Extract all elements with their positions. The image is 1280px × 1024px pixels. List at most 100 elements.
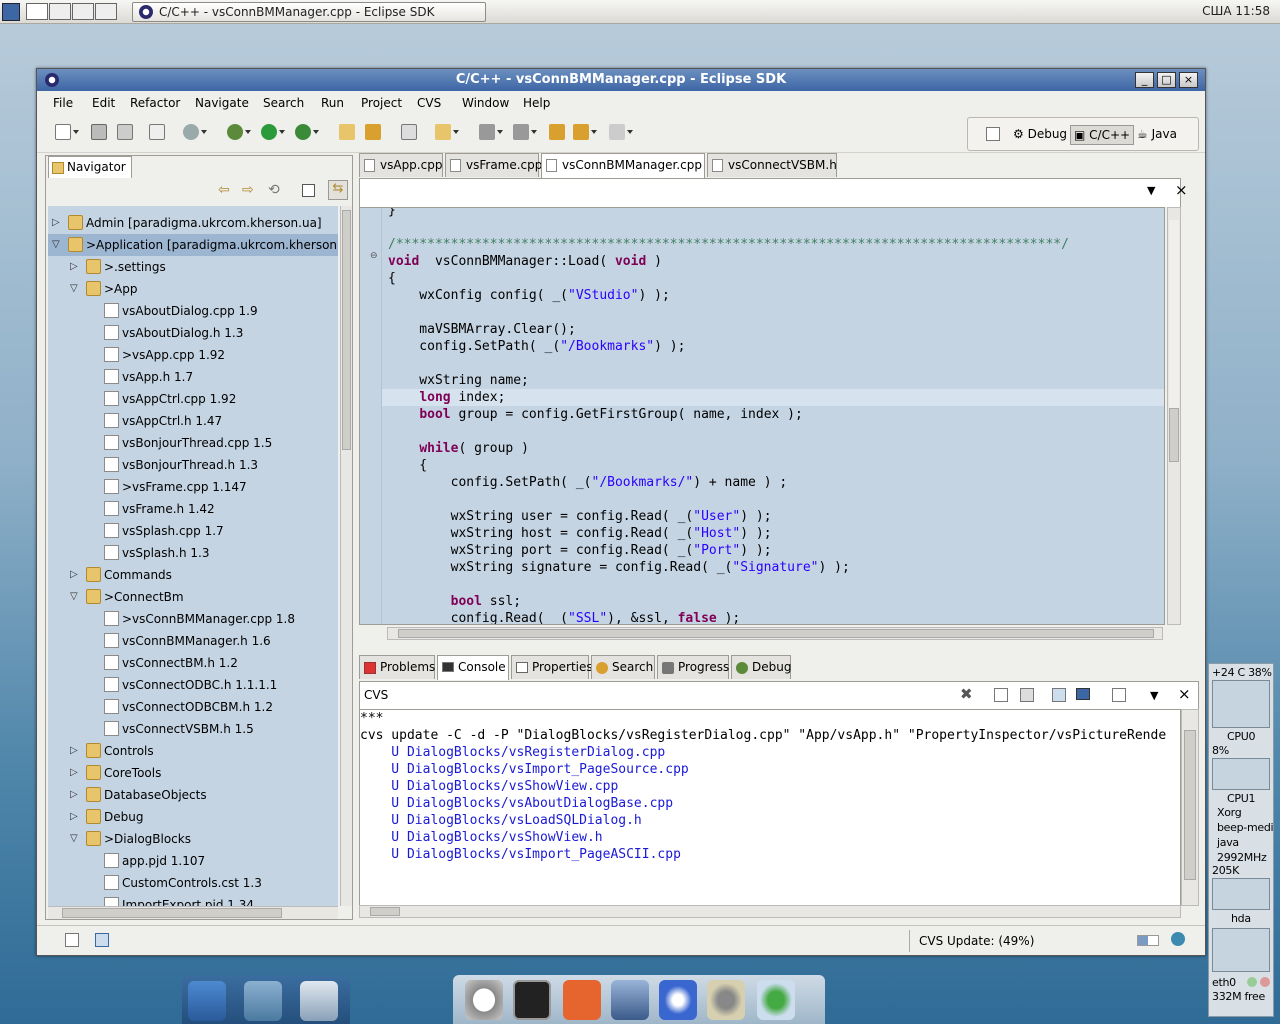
view-menu-chevron-icon[interactable]: ▼: [1150, 689, 1158, 702]
console-output[interactable]: *** cvs update -C -d -P "DialogBlocks/vsR…: [359, 709, 1181, 906]
back-arrow-icon[interactable]: [573, 124, 589, 140]
fast-view-icon[interactable]: [65, 933, 79, 947]
nav-up-icon[interactable]: ⟲: [268, 182, 280, 198]
gear-icon[interactable]: [183, 124, 199, 140]
remove-launch-icon[interactable]: [994, 688, 1008, 702]
menu-navigate[interactable]: Navigate: [195, 96, 249, 110]
save-icon[interactable]: [91, 124, 107, 140]
pin-console-icon[interactable]: [1052, 688, 1066, 702]
external-tools-icon[interactable]: [295, 124, 311, 140]
editor-menu-chevron-icon[interactable]: ▼: [1147, 184, 1155, 197]
tree-item[interactable]: ▷ Controls: [48, 740, 338, 762]
collapsed-arrow-icon[interactable]: ▷: [70, 740, 78, 762]
tree-item[interactable]: vsApp.h 1.7: [48, 366, 338, 388]
navigator-horizontal-scrollbar[interactable]: [48, 906, 338, 919]
tree-item[interactable]: ▽ >ConnectBm: [48, 586, 338, 608]
collapsed-arrow-icon[interactable]: ▷: [70, 256, 78, 278]
expanded-arrow-icon[interactable]: ▽: [70, 586, 78, 608]
editor-close-icon[interactable]: ×: [1175, 181, 1188, 199]
workspace-desktop-icon[interactable]: [244, 981, 282, 1021]
perspective-cpp[interactable]: ▣ C/C++: [1070, 125, 1135, 145]
editor-horizontal-scrollbar[interactable]: [387, 627, 1163, 640]
collapsed-arrow-icon[interactable]: ▷: [70, 762, 78, 784]
menu-window[interactable]: Window: [462, 96, 509, 110]
outline-icon[interactable]: [95, 933, 109, 947]
perspective-debug[interactable]: ⚙ Debug: [1010, 125, 1070, 145]
title-bar[interactable]: C/C++ - vsConnBMManager.cpp - Eclipse SD…: [37, 69, 1205, 91]
developer-tools-icon[interactable]: [188, 981, 226, 1021]
compass-icon[interactable]: [465, 980, 503, 1020]
prev-annotation-icon[interactable]: [513, 124, 529, 140]
editor-tab-vsconnectvsbm[interactable]: vsConnectVSBM.h: [707, 153, 837, 177]
console-horizontal-scrollbar[interactable]: [359, 905, 1181, 918]
tree-item[interactable]: app.pjd 1.107: [48, 850, 338, 872]
messenger-icon[interactable]: [659, 980, 697, 1020]
open-perspective-icon[interactable]: [986, 127, 1000, 141]
start-menu-icon[interactable]: [2, 3, 20, 21]
terminal-icon[interactable]: [513, 980, 551, 1020]
tree-item[interactable]: vsConnectODBC.h 1.1.1.1: [48, 674, 338, 696]
tree-item[interactable]: ▷ Admin [paradigma.ukrcom.kherson.ua]: [48, 212, 338, 234]
nav-back-icon[interactable]: ⇦: [218, 182, 230, 198]
open-console-icon[interactable]: [1112, 688, 1126, 702]
tree-item[interactable]: vsSplash.cpp 1.7: [48, 520, 338, 542]
last-edit-icon[interactable]: [549, 124, 565, 140]
tab-debug[interactable]: Debug: [731, 655, 791, 679]
tab-properties[interactable]: Properties: [511, 655, 593, 679]
print-icon[interactable]: [117, 124, 133, 140]
console-vertical-scrollbar[interactable]: [1181, 709, 1199, 906]
terminate-icon[interactable]: ✖: [960, 685, 973, 703]
tree-item[interactable]: vsConnectBM.h 1.2: [48, 652, 338, 674]
tree-item[interactable]: vsConnBMManager.h 1.6: [48, 630, 338, 652]
next-annotation-icon[interactable]: [479, 124, 495, 140]
pen-icon[interactable]: [365, 124, 381, 140]
tab-console[interactable]: Console: [437, 655, 509, 680]
menu-refactor[interactable]: Refactor: [130, 96, 180, 110]
menu-project[interactable]: Project: [361, 96, 402, 110]
forward-arrow-icon[interactable]: [609, 124, 625, 140]
tree-item[interactable]: ▷ DatabaseObjects: [48, 784, 338, 806]
menu-help[interactable]: Help: [523, 96, 550, 110]
maximize-button[interactable]: □: [1157, 72, 1176, 88]
tree-item[interactable]: ▷ >.settings: [48, 256, 338, 278]
tree-item[interactable]: vsBonjourThread.h 1.3: [48, 454, 338, 476]
tab-search[interactable]: Search: [591, 655, 655, 679]
menu-run[interactable]: Run: [321, 96, 344, 110]
collapsed-arrow-icon[interactable]: ▷: [70, 564, 78, 586]
code-editor[interactable]: ⊖ } /************************************…: [359, 207, 1165, 625]
minimize-button[interactable]: _: [1135, 72, 1154, 88]
expanded-arrow-icon[interactable]: ▽: [70, 828, 78, 850]
clear-console-icon[interactable]: [1020, 688, 1034, 702]
menu-edit[interactable]: Edit: [92, 96, 115, 110]
tree-item[interactable]: vsConnectVSBM.h 1.5: [48, 718, 338, 740]
expanded-arrow-icon[interactable]: ▽: [52, 234, 60, 256]
editor-tab-vsapp[interactable]: vsApp.cpp: [359, 153, 443, 177]
close-button[interactable]: ×: [1179, 72, 1198, 88]
presentation-icon[interactable]: [563, 980, 601, 1020]
tree-item[interactable]: ▷ Commands: [48, 564, 338, 586]
tree-item[interactable]: vsAppCtrl.h 1.47: [48, 410, 338, 432]
network-download-icon[interactable]: [757, 980, 795, 1020]
menu-cvs[interactable]: CVS: [417, 96, 441, 110]
progress-view-icon[interactable]: [1171, 932, 1185, 946]
new-type-icon[interactable]: [401, 124, 417, 140]
new-icon[interactable]: [55, 124, 71, 140]
tree-item[interactable]: ▽ >DialogBlocks: [48, 828, 338, 850]
tree-item[interactable]: >vsApp.cpp 1.92: [48, 344, 338, 366]
tree-item[interactable]: vsAppCtrl.cpp 1.92: [48, 388, 338, 410]
open-folder-icon[interactable]: [339, 124, 355, 140]
perspective-java[interactable]: ☕ Java: [1134, 125, 1180, 145]
tree-item[interactable]: ▽ >Application [paradigma.ukrcom.kherson.…: [48, 234, 338, 256]
editor-tab-vsframe[interactable]: vsFrame.cpp: [445, 153, 542, 177]
tree-item[interactable]: vsBonjourThread.cpp 1.5: [48, 432, 338, 454]
editor-vertical-scrollbar[interactable]: [1167, 207, 1181, 625]
collapsed-arrow-icon[interactable]: ▷: [70, 806, 78, 828]
tab-progress[interactable]: Progress: [657, 655, 729, 679]
link-editor-icon[interactable]: ⇆: [328, 180, 348, 200]
tab-problems[interactable]: Problems: [359, 655, 435, 679]
menu-search[interactable]: Search: [263, 96, 304, 110]
menu-file[interactable]: File: [53, 96, 73, 110]
tree-item[interactable]: ▽ >App: [48, 278, 338, 300]
eagle-mail-icon[interactable]: [611, 980, 649, 1020]
tree-item[interactable]: ImportExport.pjd 1.34: [48, 894, 338, 906]
